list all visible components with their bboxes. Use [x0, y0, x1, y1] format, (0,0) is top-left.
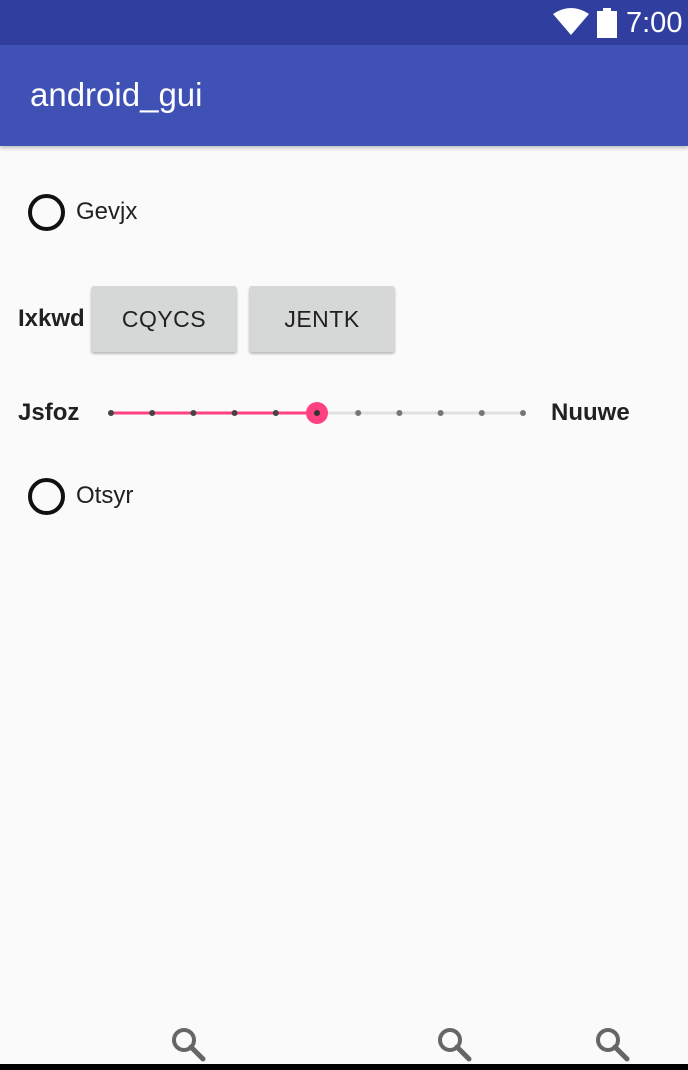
status-time: 7:00	[626, 7, 683, 39]
seekbar[interactable]	[108, 400, 526, 426]
status-bar: 7:00	[0, 0, 688, 45]
seekbar-tick	[108, 410, 114, 416]
seekbar-tick	[437, 410, 444, 416]
jentk-button[interactable]: JENTK	[249, 286, 395, 352]
app-title: android_gui	[30, 76, 203, 113]
slider-right-label: Nuuwe	[551, 399, 630, 426]
radio-gevjx[interactable]: Gevjx	[28, 192, 137, 232]
cqycs-button[interactable]: CQYCS	[91, 286, 237, 352]
wifi-icon	[553, 8, 589, 35]
seekbar-tick	[478, 410, 485, 416]
navigation-bar-edge	[0, 1064, 688, 1070]
radio-circle[interactable]	[28, 477, 65, 515]
seekbar-tick	[396, 410, 403, 416]
app-bar: android_gui	[0, 45, 688, 146]
radio-otsyr[interactable]: Otsyr	[28, 476, 133, 516]
search-icon[interactable]	[594, 1026, 630, 1062]
seekbar-tick	[190, 410, 197, 416]
seekbar-tick	[149, 410, 156, 416]
battery-icon	[597, 8, 617, 38]
seekbar-tick	[355, 410, 362, 416]
search-icon[interactable]	[436, 1026, 472, 1062]
seekbar-thumb-tick	[314, 410, 320, 416]
seekbar-tick	[231, 410, 238, 416]
slider-left-label: Jsfoz	[18, 399, 80, 426]
radio-label: Otsyr	[76, 482, 134, 509]
seekbar-tick	[520, 410, 526, 416]
seekbar-tick	[272, 410, 279, 416]
radio-circle[interactable]	[28, 193, 65, 231]
radio-label: Gevjx	[76, 198, 138, 225]
screen: 7:00 android_gui Gevjx Ixkwd CQYCS JENTK…	[0, 0, 688, 1070]
seekbar-track[interactable]	[108, 400, 526, 426]
search-icon[interactable]	[170, 1026, 206, 1062]
button-row-label: Ixkwd	[18, 305, 85, 332]
